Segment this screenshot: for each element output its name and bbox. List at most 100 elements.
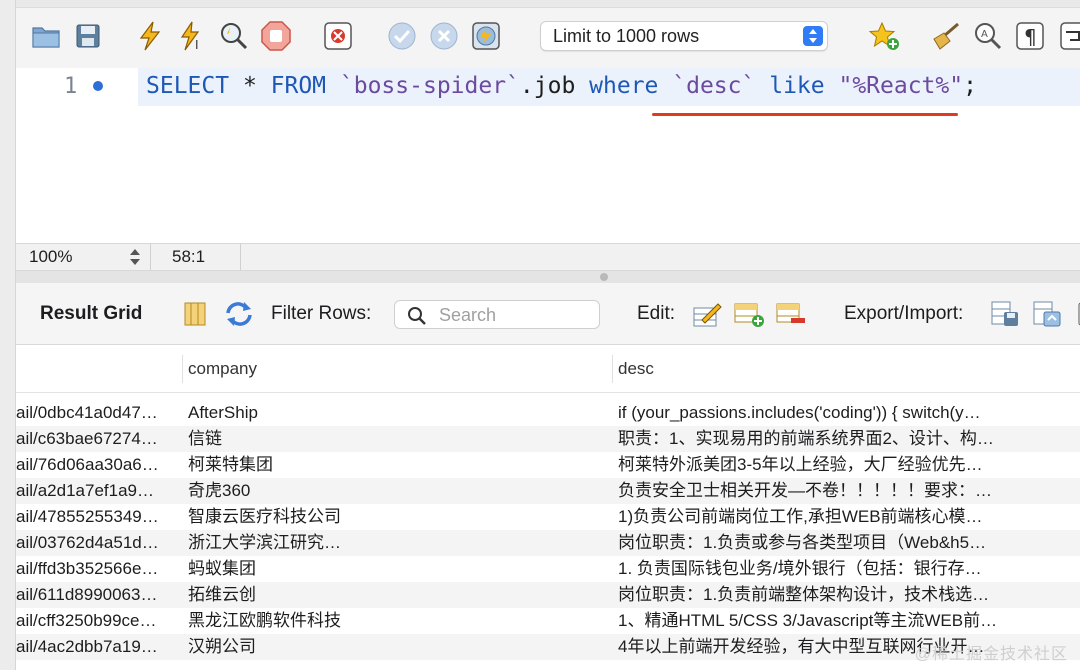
cell-company[interactable]: 浙江大学滨江研究… <box>188 530 608 556</box>
highlight-underline <box>652 113 958 116</box>
sql-string: "%React%" <box>838 73 964 99</box>
grid-view-icon[interactable] <box>178 297 212 331</box>
zoom-stepper-icon[interactable] <box>128 248 142 266</box>
save-icon[interactable] <box>72 20 104 52</box>
invisible-chars-icon[interactable]: ¶ <box>1014 20 1046 52</box>
cell-desc[interactable]: 岗位职责：1.负责前端整体架构设计，技术栈选… <box>618 582 1050 608</box>
limit-rows-select[interactable]: Limit to 1000 rows <box>540 21 828 51</box>
cell-company[interactable]: 黑龙江欧鹏软件科技 <box>188 608 608 634</box>
export-icon[interactable] <box>988 297 1022 331</box>
sql-keyword: FROM <box>270 73 327 99</box>
statement-marker-icon <box>93 81 103 91</box>
add-snippet-star-icon[interactable] <box>868 20 900 52</box>
rollback-icon[interactable] <box>428 20 460 52</box>
cell-desc[interactable]: 岗位职责：1.负责或参与各类型项目（Web&h5… <box>618 530 1050 556</box>
cursor-position: 58:1 <box>172 247 206 266</box>
table-row[interactable]: ail/03762d4a51d… 浙江大学滨江研究… 岗位职责：1.负责或参与各… <box>16 530 1080 556</box>
import-icon[interactable] <box>1030 297 1064 331</box>
cell-desc[interactable]: if (your_passions.includes('coding')) { … <box>618 400 1050 426</box>
filter-rows-label: Filter Rows: <box>271 303 372 324</box>
sql-token: .job <box>519 73 590 99</box>
result-grid-title: Result Grid <box>40 303 143 324</box>
stop-icon[interactable] <box>260 20 292 52</box>
table-row[interactable]: ail/0dbc41a0d47… AfterShip if (your_pass… <box>16 400 1080 426</box>
open-folder-icon[interactable] <box>30 20 62 52</box>
execute-lightning-icon[interactable] <box>134 20 166 52</box>
column-divider[interactable] <box>182 355 183 383</box>
table-row[interactable]: ail/a2d1a7ef1a9… 奇虎360 负责安全卫士相关开发—不卷！！！！… <box>16 478 1080 504</box>
beautify-broom-icon[interactable] <box>930 20 962 52</box>
result-grid: company desc ail/0dbc41a0d47… AfterShip … <box>16 345 1080 670</box>
cell-url[interactable]: ail/a2d1a7ef1a9… <box>16 478 182 504</box>
select-arrows-icon <box>803 26 823 46</box>
cell-url[interactable]: ail/0dbc41a0d47… <box>16 400 182 426</box>
toggle-continue-on-error-icon[interactable] <box>322 20 354 52</box>
cell-url[interactable]: ail/611d8990063… <box>16 582 182 608</box>
table-row[interactable]: ail/c63bae67274… 信链 职责：1、实现易用的前端系统界面2、设计… <box>16 426 1080 452</box>
cell-url[interactable]: ail/cff3250b99ce… <box>16 608 182 634</box>
sql-identifier: `boss-spider` <box>339 73 520 99</box>
wrap-cell-icon[interactable] <box>1068 297 1080 331</box>
wrap-lines-icon[interactable] <box>1056 20 1080 52</box>
refresh-icon[interactable] <box>222 297 256 331</box>
left-panel-edge <box>0 0 16 670</box>
svg-text:¶: ¶ <box>1024 25 1037 49</box>
cell-company[interactable]: AfterShip <box>188 400 608 426</box>
edit-row-icon[interactable] <box>690 297 724 331</box>
column-divider[interactable] <box>612 355 613 383</box>
result-toolbar: Result Grid Filter Rows: Edit: Export/Im… <box>16 283 1080 345</box>
sql-keyword: where <box>589 73 659 99</box>
cell-url[interactable]: ail/03762d4a51d… <box>16 530 182 556</box>
delete-row-icon[interactable] <box>774 297 808 331</box>
cell-company[interactable]: 汉朔公司 <box>188 634 608 660</box>
cell-url[interactable]: ail/76d06aa30a6… <box>16 452 182 478</box>
sql-editor[interactable]: 1 SELECT * FROM `boss-spider`.job where … <box>16 68 1080 243</box>
table-row[interactable]: ail/ffd3b352566e… 蚂蚁集团 1. 负责国际钱包业务/境外银行（… <box>16 556 1080 582</box>
toggle-autocommit-icon[interactable] <box>470 20 502 52</box>
cell-desc[interactable]: 职责：1、实现易用的前端系统界面2、设计、构… <box>618 426 1050 452</box>
cell-company[interactable]: 智康云医疗科技公司 <box>188 504 608 530</box>
splitter-handle-icon[interactable] <box>600 273 608 281</box>
sql-keyword: SELECT <box>146 73 230 99</box>
filter-search-input[interactable] <box>439 304 589 326</box>
sql-keyword: like <box>769 73 825 99</box>
explain-magnifier-icon[interactable] <box>218 20 250 52</box>
edit-label: Edit: <box>637 303 676 324</box>
sql-statement[interactable]: SELECT * FROM `boss-spider`.job where `d… <box>146 71 977 101</box>
cell-url[interactable]: ail/47855255349… <box>16 504 182 530</box>
cell-desc[interactable]: 1. 负责国际钱包业务/境外银行（包括：银行存… <box>618 556 1050 582</box>
cell-url[interactable]: ail/4ac2dbb7a19… <box>16 634 182 660</box>
cell-desc[interactable]: 1)负责公司前端岗位工作,承担WEB前端核心模… <box>618 504 1050 530</box>
commit-icon[interactable] <box>386 20 418 52</box>
table-row[interactable]: ail/cff3250b99ce… 黑龙江欧鹏软件科技 1、精通HTML 5/C… <box>16 608 1080 634</box>
column-header-company[interactable]: company <box>188 359 257 379</box>
add-row-icon[interactable] <box>732 297 766 331</box>
table-row[interactable]: ail/47855255349… 智康云医疗科技公司 1)负责公司前端岗位工作,… <box>16 504 1080 530</box>
cell-company[interactable]: 奇虎360 <box>188 478 608 504</box>
cell-company[interactable]: 拓维云创 <box>188 582 608 608</box>
table-row[interactable]: ail/611d8990063… 拓维云创 岗位职责：1.负责前端整体架构设计，… <box>16 582 1080 608</box>
cell-company[interactable]: 柯莱特集团 <box>188 452 608 478</box>
filter-search-box[interactable] <box>394 300 600 329</box>
column-header-desc[interactable]: desc <box>618 359 654 379</box>
cell-desc[interactable]: 柯莱特外派美团3-5年以上经验，大厂经验优先… <box>618 452 1050 478</box>
sql-token: ; <box>963 73 977 99</box>
find-replace-icon[interactable]: A <box>972 20 1004 52</box>
cell-url[interactable]: ail/ffd3b352566e… <box>16 556 182 582</box>
cell-desc[interactable]: 1、精通HTML 5/CSS 3/Javascript等主流WEB前… <box>618 608 1050 634</box>
table-row[interactable]: ail/76d06aa30a6… 柯莱特集团 柯莱特外派美团3-5年以上经验，大… <box>16 452 1080 478</box>
pane-splitter[interactable] <box>16 271 1080 283</box>
watermark: @稀土掘金技术社区 <box>914 646 1068 663</box>
zoom-level: 100% <box>29 247 73 266</box>
sql-token: * <box>229 73 271 99</box>
cell-desc[interactable]: 负责安全卫士相关开发—不卷！！！！！要求：… <box>618 478 1050 504</box>
cell-url[interactable]: ail/c63bae67274… <box>16 426 182 452</box>
execute-current-icon[interactable]: I <box>176 20 208 52</box>
cell-company[interactable]: 信链 <box>188 426 608 452</box>
cell-company[interactable]: 蚂蚁集团 <box>188 556 608 582</box>
tab-strip <box>16 0 1080 8</box>
